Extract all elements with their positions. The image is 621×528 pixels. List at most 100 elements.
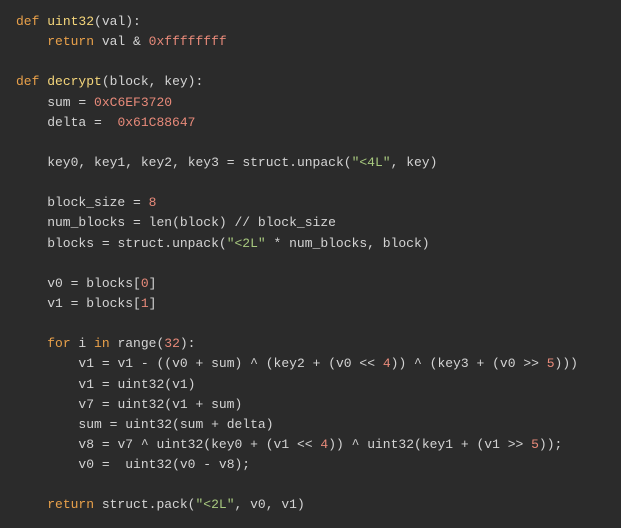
token-id [258, 437, 266, 452]
token-id: v1 [484, 437, 507, 452]
token-id: key3 [188, 155, 227, 170]
token-id [539, 356, 547, 371]
token-op: ( [164, 397, 172, 412]
token-op: ( [164, 377, 172, 392]
token-op: ): [180, 336, 196, 351]
token-op: ( [94, 14, 102, 29]
token-id: key0 [211, 437, 250, 452]
token-id: block [180, 215, 219, 230]
token-op: - [141, 356, 149, 371]
token-op: = [102, 356, 110, 371]
token-id: v0 [180, 457, 203, 472]
token-num: 0xC6EF3720 [94, 95, 172, 110]
token-id: i [71, 336, 94, 351]
token-id [86, 95, 94, 110]
token-id [16, 497, 47, 512]
token-id: unpack [297, 155, 344, 170]
token-id [141, 195, 149, 210]
token-id: pack [156, 497, 187, 512]
token-id: key3 [437, 356, 476, 371]
token-kw: in [94, 336, 110, 351]
code-line: v0 = uint32(v0 - v8); [16, 457, 250, 472]
token-op: = [227, 155, 235, 170]
token-op: ) [430, 155, 438, 170]
token-id: v1 [16, 296, 71, 311]
token-id: sum [16, 95, 78, 110]
code-line: def decrypt(block, key): [16, 74, 203, 89]
token-op: ( [414, 437, 422, 452]
code-line: v8 = v7 ^ uint32(key0 + (v1 << 4)) ^ uin… [16, 437, 562, 452]
token-id: key1 [422, 437, 461, 452]
token-op: ))) [555, 356, 578, 371]
token-op: + [461, 437, 469, 452]
token-id: uint32 [110, 397, 165, 412]
code-line: v1 = blocks[1] [16, 296, 156, 311]
token-num: 0 [141, 276, 149, 291]
token-id: v1 [274, 437, 297, 452]
token-op: )) ^ ( [391, 356, 438, 371]
token-id: struct [235, 155, 290, 170]
token-op: . [289, 155, 297, 170]
token-num: 8 [149, 195, 157, 210]
token-num: 0xffffffff [149, 34, 227, 49]
token-op: ( [219, 236, 227, 251]
token-id: v0 [250, 497, 266, 512]
code-line: v7 = uint32(v1 + sum) [16, 397, 242, 412]
token-id [102, 115, 118, 130]
code-line: key0, key1, key2, key3 = struct.unpack("… [16, 155, 437, 170]
token-id: v1 [281, 497, 297, 512]
token-id: val [102, 14, 125, 29]
token-kw: return [47, 497, 94, 512]
code-line: def uint32(val): [16, 14, 141, 29]
token-op: , [125, 155, 141, 170]
token-op: = [94, 115, 102, 130]
token-id: v1 [110, 356, 141, 371]
token-id: v0 [500, 356, 523, 371]
token-op: ] [149, 296, 157, 311]
token-op: >> [523, 356, 539, 371]
token-num: 5 [531, 437, 539, 452]
token-fn: uint32 [47, 14, 94, 29]
code-line: sum = 0xC6EF3720 [16, 95, 172, 110]
token-id: delta [219, 417, 266, 432]
token-id: len [141, 215, 172, 230]
token-op: = [102, 457, 110, 472]
token-id: key0 [16, 155, 78, 170]
token-id [16, 34, 47, 49]
token-id: v7 [16, 397, 102, 412]
token-fn: decrypt [47, 74, 102, 89]
code-line: blocks = struct.unpack("<2L" * num_block… [16, 236, 430, 251]
token-op: , [149, 74, 165, 89]
token-op: , [235, 497, 251, 512]
token-id [266, 236, 274, 251]
token-kw: def [16, 74, 39, 89]
token-id: key1 [94, 155, 125, 170]
token-op: ): [188, 74, 204, 89]
token-id: struct [94, 497, 149, 512]
token-id: sum [203, 356, 234, 371]
token-op: )); [539, 437, 562, 452]
token-kw: def [16, 14, 39, 29]
token-id: uint32 [110, 457, 172, 472]
token-id: uint32 [117, 417, 172, 432]
token-op: ) // [219, 215, 258, 230]
code-line: num_blocks = len(block) // block_size [16, 215, 336, 230]
token-id: blocks [16, 236, 102, 251]
token-id: key [406, 155, 429, 170]
token-op: ] [149, 276, 157, 291]
token-id: range [110, 336, 157, 351]
token-id: sum [16, 417, 110, 432]
token-str: "<4L" [352, 155, 391, 170]
token-id: v8 [16, 437, 102, 452]
token-str: "<2L" [195, 497, 234, 512]
code-line: v1 = v1 - ((v0 + sum) ^ (key2 + (v0 << 4… [16, 356, 578, 371]
token-id: block [383, 236, 422, 251]
token-id: sum [203, 397, 234, 412]
code-line: return struct.pack("<2L", v0, v1) [16, 497, 305, 512]
token-id: num_blocks [16, 215, 133, 230]
code-line: v1 = uint32(v1) [16, 377, 195, 392]
token-num: 32 [164, 336, 180, 351]
token-id [523, 437, 531, 452]
code-line: v0 = blocks[0] [16, 276, 156, 291]
code-block: def uint32(val): return val & 0xffffffff… [16, 12, 605, 516]
